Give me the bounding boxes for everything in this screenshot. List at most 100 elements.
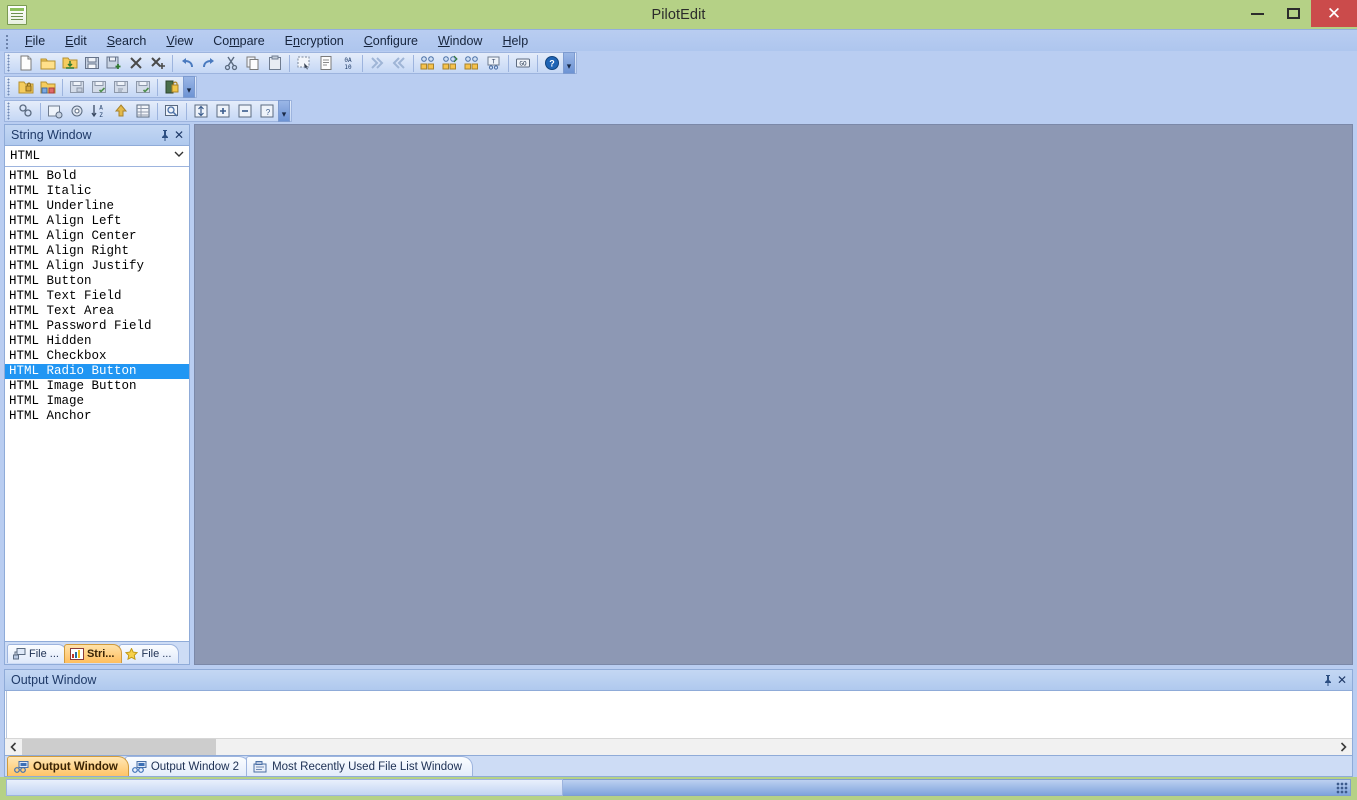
list-item[interactable]: HTML Anchor (5, 409, 189, 424)
list-item[interactable]: HTML Text Area (5, 304, 189, 319)
hex-mode-button[interactable]: 0A 10 (338, 53, 358, 73)
close-all-files-button[interactable] (148, 53, 168, 73)
list-item[interactable]: HTML Image Button (5, 379, 189, 394)
sort-text-button[interactable]: T (484, 53, 504, 73)
list-item[interactable]: HTML Align Right (5, 244, 189, 259)
toolbar-overflow-button[interactable] (183, 76, 195, 98)
list-item[interactable]: HTML Checkbox (5, 349, 189, 364)
menu-help[interactable]: Help (492, 32, 538, 50)
menu-search[interactable]: Search (97, 32, 157, 50)
next-match-button[interactable] (367, 53, 387, 73)
list-item[interactable]: HTML Text Field (5, 289, 189, 304)
toolbar-overflow-button[interactable] (563, 52, 575, 74)
preview-button[interactable] (162, 101, 182, 121)
scrollbar-track[interactable] (22, 739, 1335, 755)
close-icon[interactable]: ✕ (172, 128, 186, 142)
menu-file[interactable]: File (15, 32, 55, 50)
output-text[interactable] (6, 691, 1352, 738)
options-gear-button[interactable] (67, 101, 87, 121)
list-item[interactable]: HTML Italic (5, 184, 189, 199)
redo-button[interactable] (199, 53, 219, 73)
output-tab-mru[interactable]: Most Recently Used File List Window (246, 756, 473, 776)
sort-az-button[interactable]: AZ (89, 101, 109, 121)
previous-match-button[interactable] (389, 53, 409, 73)
help-context-button[interactable]: ? (257, 101, 277, 121)
close-file-button[interactable] (126, 53, 146, 73)
list-item[interactable]: HTML Button (5, 274, 189, 289)
grid-view-button[interactable] (133, 101, 153, 121)
dock-tab-favorites[interactable]: File ... (119, 644, 180, 663)
select-all-button[interactable] (294, 53, 314, 73)
ftp-upload-button[interactable] (38, 77, 58, 97)
minimize-button[interactable] (1239, 0, 1275, 27)
compare-files-button[interactable] (16, 101, 36, 121)
list-item[interactable]: HTML Password Field (5, 319, 189, 334)
encrypt-file-button[interactable] (67, 77, 87, 97)
file-settings-button[interactable] (45, 101, 65, 121)
list-item[interactable]: HTML Hidden (5, 334, 189, 349)
toolbar-drag-grip[interactable] (7, 102, 13, 120)
menu-encryption[interactable]: Encryption (275, 32, 354, 50)
list-item[interactable]: HTML Align Justify (5, 259, 189, 274)
svg-text:?: ? (549, 59, 555, 69)
editor-client-area[interactable] (194, 124, 1353, 665)
replace-in-files-button[interactable] (440, 53, 460, 73)
zoom-in-button[interactable] (213, 101, 233, 121)
menu-window[interactable]: Window (428, 32, 492, 50)
list-item[interactable]: HTML Bold (5, 169, 189, 184)
ftp-open-button[interactable] (16, 77, 36, 97)
decrypt-folder-button[interactable] (133, 77, 153, 97)
open-folder-button[interactable] (38, 53, 58, 73)
window-title: PilotEdit (651, 6, 706, 23)
menu-edit[interactable]: Edit (55, 32, 97, 50)
new-file-button[interactable] (16, 53, 36, 73)
clipboard-list-button[interactable] (316, 53, 336, 73)
toolbar-overflow-button[interactable] (278, 100, 290, 122)
encrypt-folder-button[interactable] (111, 77, 131, 97)
cut-button[interactable] (221, 53, 241, 73)
menu-view[interactable]: View (156, 32, 203, 50)
list-item[interactable]: HTML Align Left (5, 214, 189, 229)
open-ftp-folder-button[interactable] (60, 53, 80, 73)
decrypt-file-button[interactable] (89, 77, 109, 97)
scrollbar-thumb[interactable] (22, 739, 216, 755)
pin-icon[interactable] (1321, 673, 1335, 687)
paste-button[interactable] (265, 53, 285, 73)
list-item[interactable]: HTML Image (5, 394, 189, 409)
menu-configure[interactable]: Configure (354, 32, 428, 50)
string-group-combo[interactable]: HTML (5, 146, 189, 167)
zoom-out-button[interactable] (235, 101, 255, 121)
save-button[interactable] (82, 53, 102, 73)
list-item[interactable]: HTML Underline (5, 199, 189, 214)
move-up-button[interactable] (111, 101, 131, 121)
undo-button[interactable] (177, 53, 197, 73)
copy-button[interactable] (243, 53, 263, 73)
maximize-button[interactable] (1275, 0, 1311, 27)
pin-icon[interactable] (158, 128, 172, 142)
resize-grip-icon[interactable] (1336, 781, 1348, 794)
output-tab-1[interactable]: Output Window (7, 756, 129, 776)
menu-drag-grip[interactable] (4, 32, 11, 49)
save-as-button[interactable] (104, 53, 124, 73)
dock-tab-string-window[interactable]: Stri... (63, 644, 123, 663)
find-files-button[interactable] (462, 53, 482, 73)
goto-line-button[interactable]: GO (513, 53, 533, 73)
dock-tab-file-tree[interactable]: File ... (7, 644, 67, 663)
list-item[interactable]: HTML Align Center (5, 229, 189, 244)
toolbar-drag-grip[interactable] (7, 78, 13, 96)
close-button[interactable]: ✕ (1311, 0, 1357, 27)
list-item[interactable]: HTML Radio Button (5, 364, 189, 379)
toolbar-drag-grip[interactable] (7, 54, 13, 72)
close-icon[interactable]: ✕ (1335, 673, 1349, 687)
output-tab-label: Most Recently Used File List Window (272, 760, 462, 773)
scroll-right-icon[interactable] (1335, 739, 1352, 755)
output-tab-2[interactable]: Output Window 2 (124, 756, 251, 776)
output-horizontal-scrollbar[interactable] (5, 738, 1352, 755)
lock-button[interactable] (162, 77, 182, 97)
expand-all-button[interactable] (191, 101, 211, 121)
find-in-files-button[interactable] (418, 53, 438, 73)
scroll-left-icon[interactable] (5, 739, 22, 755)
string-list[interactable]: HTML Bold HTML Italic HTML Underline HTML A… (5, 167, 189, 641)
menu-compare[interactable]: Compare (203, 32, 274, 50)
help-button[interactable]: ? (542, 53, 562, 73)
